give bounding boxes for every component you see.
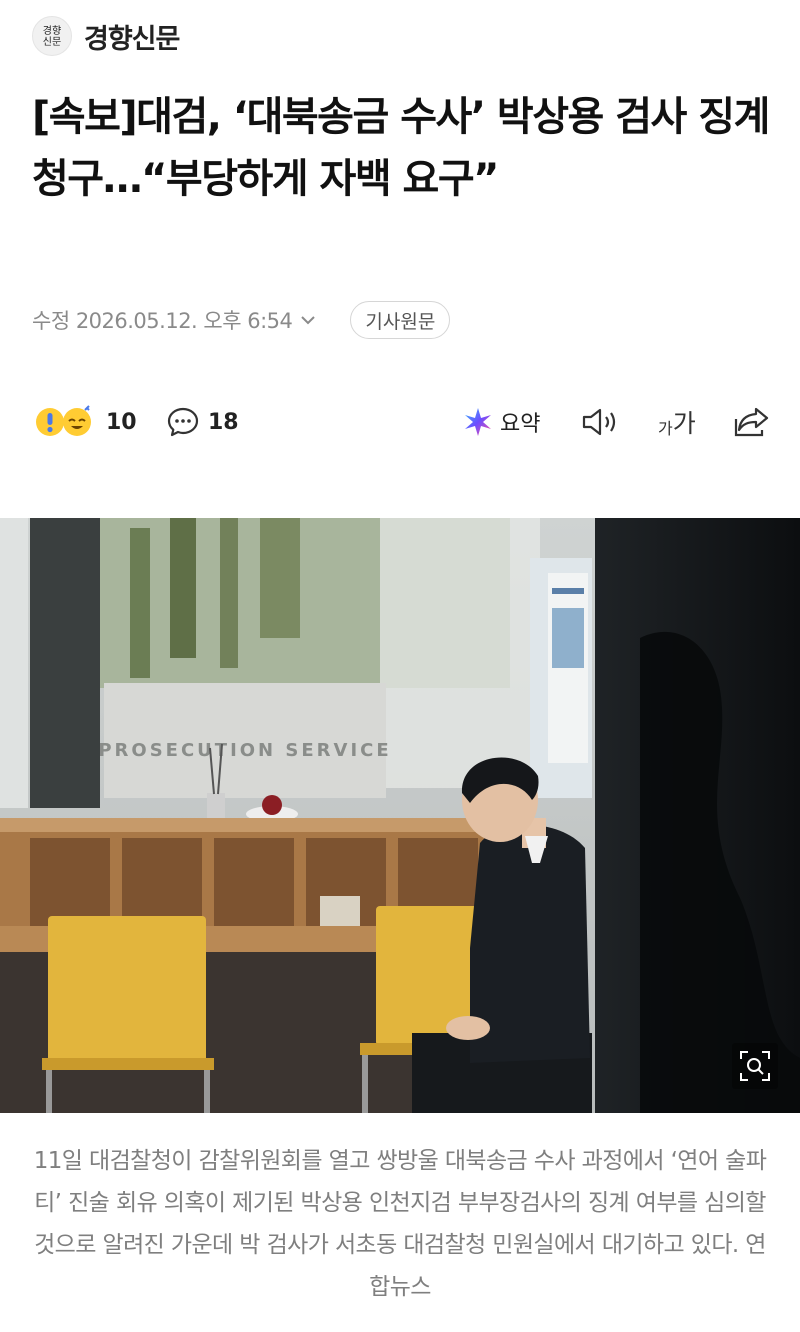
zoom-icon <box>740 1051 770 1081</box>
share-icon <box>734 407 769 437</box>
article-date[interactable]: 수정 2026.05.12. 오후 6:54 <box>32 305 293 335</box>
happy-emoji-icon <box>63 405 91 436</box>
comment-button[interactable]: 18 <box>166 396 239 448</box>
speaker-icon <box>582 408 616 436</box>
article-photo[interactable]: PROSECUTION SERVICE <box>0 518 800 1113</box>
photo-illustration: PROSECUTION SERVICE <box>0 518 800 1113</box>
article-meta: 수정 2026.05.12. 오후 6:54 기사원문 <box>32 300 451 340</box>
font-size-button[interactable]: 가 가 <box>658 396 696 448</box>
press-name[interactable]: 경향신문 <box>84 17 180 56</box>
comment-count: 18 <box>208 409 239 435</box>
comment-icon <box>167 407 199 437</box>
summary-button[interactable]: 요약 <box>462 396 540 448</box>
zoom-button[interactable] <box>732 1043 778 1089</box>
photo-caption: 11일 대검찰청이 감찰위원회를 열고 쌍방울 대북송금 수사 과정에서 ‘연어… <box>33 1148 767 1300</box>
share-button[interactable] <box>732 396 770 448</box>
original-article-button[interactable]: 기사원문 <box>350 301 451 339</box>
press-logo[interactable]: 경향 신문 <box>32 16 72 56</box>
article-toolbar: 10 18 요약 가 가 <box>0 396 800 448</box>
press-header[interactable]: 경향 신문 경향신문 <box>32 14 180 58</box>
font-size-large-label: 가 <box>672 409 696 438</box>
font-size-small-label: 가 <box>658 419 673 438</box>
article-headline: [속보]대검, ‘대북송금 수사’ 박상용 검사 징계 청구…“부당하게 자백 … <box>32 94 770 202</box>
tts-button[interactable] <box>580 396 620 448</box>
ai-summary-icon <box>465 408 491 436</box>
chevron-down-icon[interactable] <box>298 310 318 330</box>
summary-label: 요약 <box>500 412 541 437</box>
reaction-icons <box>34 402 98 442</box>
reaction-count: 10 <box>106 409 137 435</box>
reaction-button[interactable]: 10 <box>34 396 137 448</box>
signboard-text: PROSECUTION SERVICE <box>98 740 391 761</box>
